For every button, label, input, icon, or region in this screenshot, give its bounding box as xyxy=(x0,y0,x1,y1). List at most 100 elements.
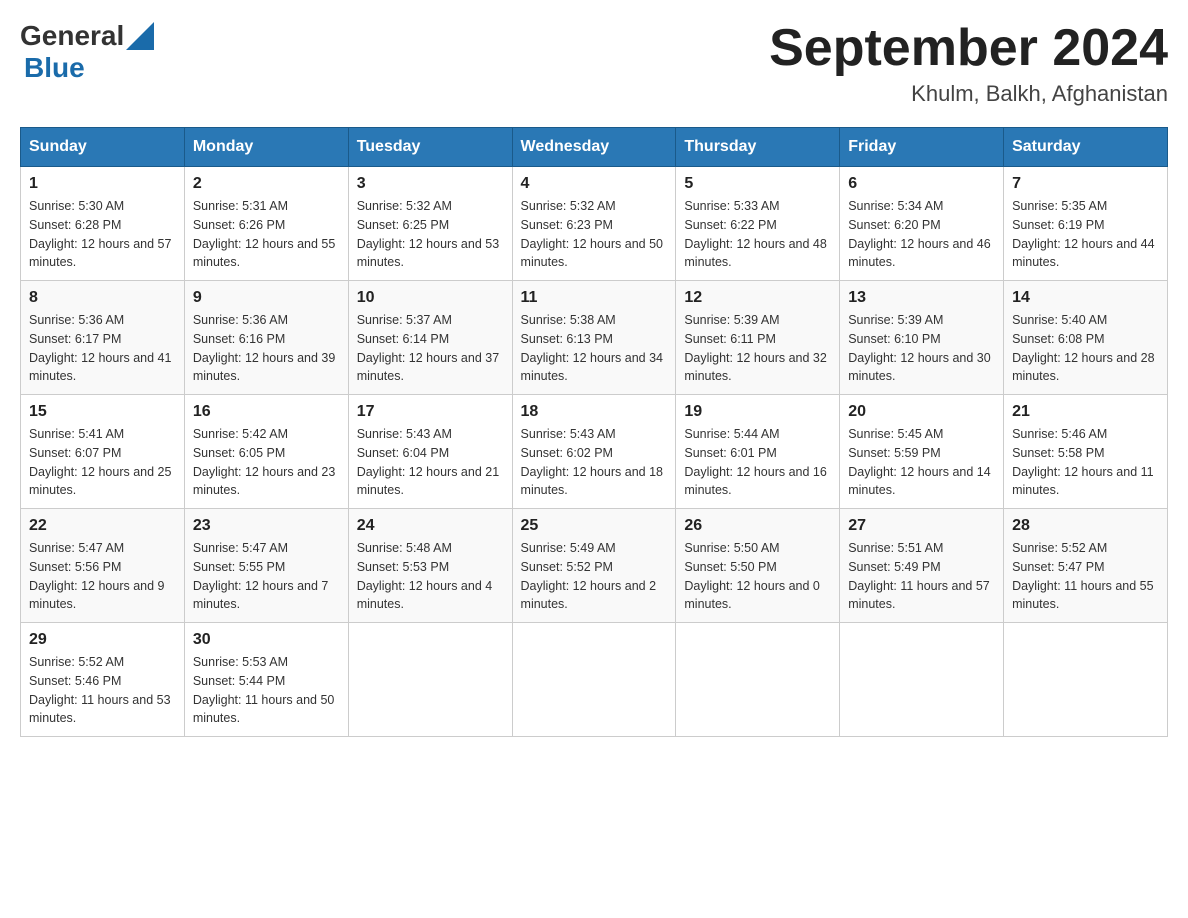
calendar-header-monday: Monday xyxy=(184,128,348,167)
day-number: 7 xyxy=(1012,175,1159,193)
day-info: Sunrise: 5:46 AMSunset: 5:58 PMDaylight:… xyxy=(1012,427,1154,497)
day-info: Sunrise: 5:50 AMSunset: 5:50 PMDaylight:… xyxy=(684,541,820,611)
day-info: Sunrise: 5:45 AMSunset: 5:59 PMDaylight:… xyxy=(848,427,990,497)
calendar-title: September 2024 xyxy=(769,20,1168,77)
day-number: 6 xyxy=(848,175,995,193)
calendar-day-cell: 10 Sunrise: 5:37 AMSunset: 6:14 PMDaylig… xyxy=(348,281,512,395)
calendar-week-row: 15 Sunrise: 5:41 AMSunset: 6:07 PMDaylig… xyxy=(21,395,1168,509)
day-info: Sunrise: 5:30 AMSunset: 6:28 PMDaylight:… xyxy=(29,199,171,269)
day-info: Sunrise: 5:33 AMSunset: 6:22 PMDaylight:… xyxy=(684,199,826,269)
day-info: Sunrise: 5:36 AMSunset: 6:16 PMDaylight:… xyxy=(193,313,335,383)
header: General Blue September 2024 Khulm, Balkh… xyxy=(20,20,1168,107)
day-number: 25 xyxy=(521,517,668,535)
day-info: Sunrise: 5:53 AMSunset: 5:44 PMDaylight:… xyxy=(193,655,335,725)
calendar-header-friday: Friday xyxy=(840,128,1004,167)
calendar-header-sunday: Sunday xyxy=(21,128,185,167)
calendar-day-cell: 6 Sunrise: 5:34 AMSunset: 6:20 PMDayligh… xyxy=(840,167,1004,281)
calendar-day-cell: 9 Sunrise: 5:36 AMSunset: 6:16 PMDayligh… xyxy=(184,281,348,395)
day-info: Sunrise: 5:34 AMSunset: 6:20 PMDaylight:… xyxy=(848,199,990,269)
day-info: Sunrise: 5:47 AMSunset: 5:56 PMDaylight:… xyxy=(29,541,165,611)
calendar-day-cell: 20 Sunrise: 5:45 AMSunset: 5:59 PMDaylig… xyxy=(840,395,1004,509)
day-number: 21 xyxy=(1012,403,1159,421)
day-info: Sunrise: 5:47 AMSunset: 5:55 PMDaylight:… xyxy=(193,541,329,611)
calendar-week-row: 22 Sunrise: 5:47 AMSunset: 5:56 PMDaylig… xyxy=(21,509,1168,623)
logo: General Blue xyxy=(20,20,154,84)
day-number: 20 xyxy=(848,403,995,421)
day-number: 2 xyxy=(193,175,340,193)
day-number: 1 xyxy=(29,175,176,193)
day-number: 16 xyxy=(193,403,340,421)
calendar-day-cell: 5 Sunrise: 5:33 AMSunset: 6:22 PMDayligh… xyxy=(676,167,840,281)
calendar-day-cell: 7 Sunrise: 5:35 AMSunset: 6:19 PMDayligh… xyxy=(1004,167,1168,281)
calendar-day-cell: 21 Sunrise: 5:46 AMSunset: 5:58 PMDaylig… xyxy=(1004,395,1168,509)
calendar-day-cell xyxy=(676,623,840,737)
day-info: Sunrise: 5:48 AMSunset: 5:53 PMDaylight:… xyxy=(357,541,493,611)
calendar-day-cell: 26 Sunrise: 5:50 AMSunset: 5:50 PMDaylig… xyxy=(676,509,840,623)
day-info: Sunrise: 5:51 AMSunset: 5:49 PMDaylight:… xyxy=(848,541,990,611)
day-info: Sunrise: 5:32 AMSunset: 6:23 PMDaylight:… xyxy=(521,199,663,269)
calendar-day-cell: 8 Sunrise: 5:36 AMSunset: 6:17 PMDayligh… xyxy=(21,281,185,395)
day-number: 14 xyxy=(1012,289,1159,307)
calendar-day-cell: 18 Sunrise: 5:43 AMSunset: 6:02 PMDaylig… xyxy=(512,395,676,509)
calendar-day-cell: 30 Sunrise: 5:53 AMSunset: 5:44 PMDaylig… xyxy=(184,623,348,737)
calendar-subtitle: Khulm, Balkh, Afghanistan xyxy=(769,81,1168,107)
calendar-day-cell: 24 Sunrise: 5:48 AMSunset: 5:53 PMDaylig… xyxy=(348,509,512,623)
calendar-day-cell: 27 Sunrise: 5:51 AMSunset: 5:49 PMDaylig… xyxy=(840,509,1004,623)
day-info: Sunrise: 5:43 AMSunset: 6:02 PMDaylight:… xyxy=(521,427,663,497)
day-info: Sunrise: 5:31 AMSunset: 6:26 PMDaylight:… xyxy=(193,199,335,269)
calendar-header-tuesday: Tuesday xyxy=(348,128,512,167)
calendar-day-cell: 3 Sunrise: 5:32 AMSunset: 6:25 PMDayligh… xyxy=(348,167,512,281)
day-number: 9 xyxy=(193,289,340,307)
day-number: 12 xyxy=(684,289,831,307)
logo-blue-text: Blue xyxy=(24,52,85,84)
day-info: Sunrise: 5:44 AMSunset: 6:01 PMDaylight:… xyxy=(684,427,826,497)
calendar-week-row: 29 Sunrise: 5:52 AMSunset: 5:46 PMDaylig… xyxy=(21,623,1168,737)
day-info: Sunrise: 5:35 AMSunset: 6:19 PMDaylight:… xyxy=(1012,199,1154,269)
day-number: 29 xyxy=(29,631,176,649)
logo-general-text: General xyxy=(20,20,124,52)
calendar-header-row: SundayMondayTuesdayWednesdayThursdayFrid… xyxy=(21,128,1168,167)
day-number: 15 xyxy=(29,403,176,421)
calendar-day-cell: 1 Sunrise: 5:30 AMSunset: 6:28 PMDayligh… xyxy=(21,167,185,281)
day-number: 27 xyxy=(848,517,995,535)
calendar-day-cell xyxy=(348,623,512,737)
calendar-day-cell: 11 Sunrise: 5:38 AMSunset: 6:13 PMDaylig… xyxy=(512,281,676,395)
calendar-day-cell xyxy=(1004,623,1168,737)
day-number: 30 xyxy=(193,631,340,649)
calendar-day-cell: 19 Sunrise: 5:44 AMSunset: 6:01 PMDaylig… xyxy=(676,395,840,509)
day-info: Sunrise: 5:40 AMSunset: 6:08 PMDaylight:… xyxy=(1012,313,1154,383)
day-info: Sunrise: 5:52 AMSunset: 5:47 PMDaylight:… xyxy=(1012,541,1154,611)
day-info: Sunrise: 5:32 AMSunset: 6:25 PMDaylight:… xyxy=(357,199,499,269)
day-info: Sunrise: 5:37 AMSunset: 6:14 PMDaylight:… xyxy=(357,313,499,383)
day-info: Sunrise: 5:36 AMSunset: 6:17 PMDaylight:… xyxy=(29,313,171,383)
calendar-day-cell: 12 Sunrise: 5:39 AMSunset: 6:11 PMDaylig… xyxy=(676,281,840,395)
calendar-day-cell: 25 Sunrise: 5:49 AMSunset: 5:52 PMDaylig… xyxy=(512,509,676,623)
title-area: September 2024 Khulm, Balkh, Afghanistan xyxy=(769,20,1168,107)
day-number: 11 xyxy=(521,289,668,307)
day-info: Sunrise: 5:43 AMSunset: 6:04 PMDaylight:… xyxy=(357,427,499,497)
calendar-day-cell xyxy=(512,623,676,737)
day-number: 3 xyxy=(357,175,504,193)
calendar-day-cell: 29 Sunrise: 5:52 AMSunset: 5:46 PMDaylig… xyxy=(21,623,185,737)
day-info: Sunrise: 5:38 AMSunset: 6:13 PMDaylight:… xyxy=(521,313,663,383)
calendar-header-saturday: Saturday xyxy=(1004,128,1168,167)
day-number: 17 xyxy=(357,403,504,421)
day-info: Sunrise: 5:42 AMSunset: 6:05 PMDaylight:… xyxy=(193,427,335,497)
day-number: 22 xyxy=(29,517,176,535)
calendar-day-cell: 4 Sunrise: 5:32 AMSunset: 6:23 PMDayligh… xyxy=(512,167,676,281)
calendar-day-cell: 22 Sunrise: 5:47 AMSunset: 5:56 PMDaylig… xyxy=(21,509,185,623)
day-info: Sunrise: 5:41 AMSunset: 6:07 PMDaylight:… xyxy=(29,427,171,497)
calendar-header-wednesday: Wednesday xyxy=(512,128,676,167)
calendar-header-thursday: Thursday xyxy=(676,128,840,167)
day-number: 28 xyxy=(1012,517,1159,535)
calendar-day-cell: 14 Sunrise: 5:40 AMSunset: 6:08 PMDaylig… xyxy=(1004,281,1168,395)
day-info: Sunrise: 5:52 AMSunset: 5:46 PMDaylight:… xyxy=(29,655,171,725)
calendar-day-cell: 16 Sunrise: 5:42 AMSunset: 6:05 PMDaylig… xyxy=(184,395,348,509)
calendar-week-row: 1 Sunrise: 5:30 AMSunset: 6:28 PMDayligh… xyxy=(21,167,1168,281)
calendar-day-cell xyxy=(840,623,1004,737)
day-info: Sunrise: 5:39 AMSunset: 6:10 PMDaylight:… xyxy=(848,313,990,383)
day-number: 10 xyxy=(357,289,504,307)
day-info: Sunrise: 5:49 AMSunset: 5:52 PMDaylight:… xyxy=(521,541,657,611)
calendar-week-row: 8 Sunrise: 5:36 AMSunset: 6:17 PMDayligh… xyxy=(21,281,1168,395)
day-number: 4 xyxy=(521,175,668,193)
